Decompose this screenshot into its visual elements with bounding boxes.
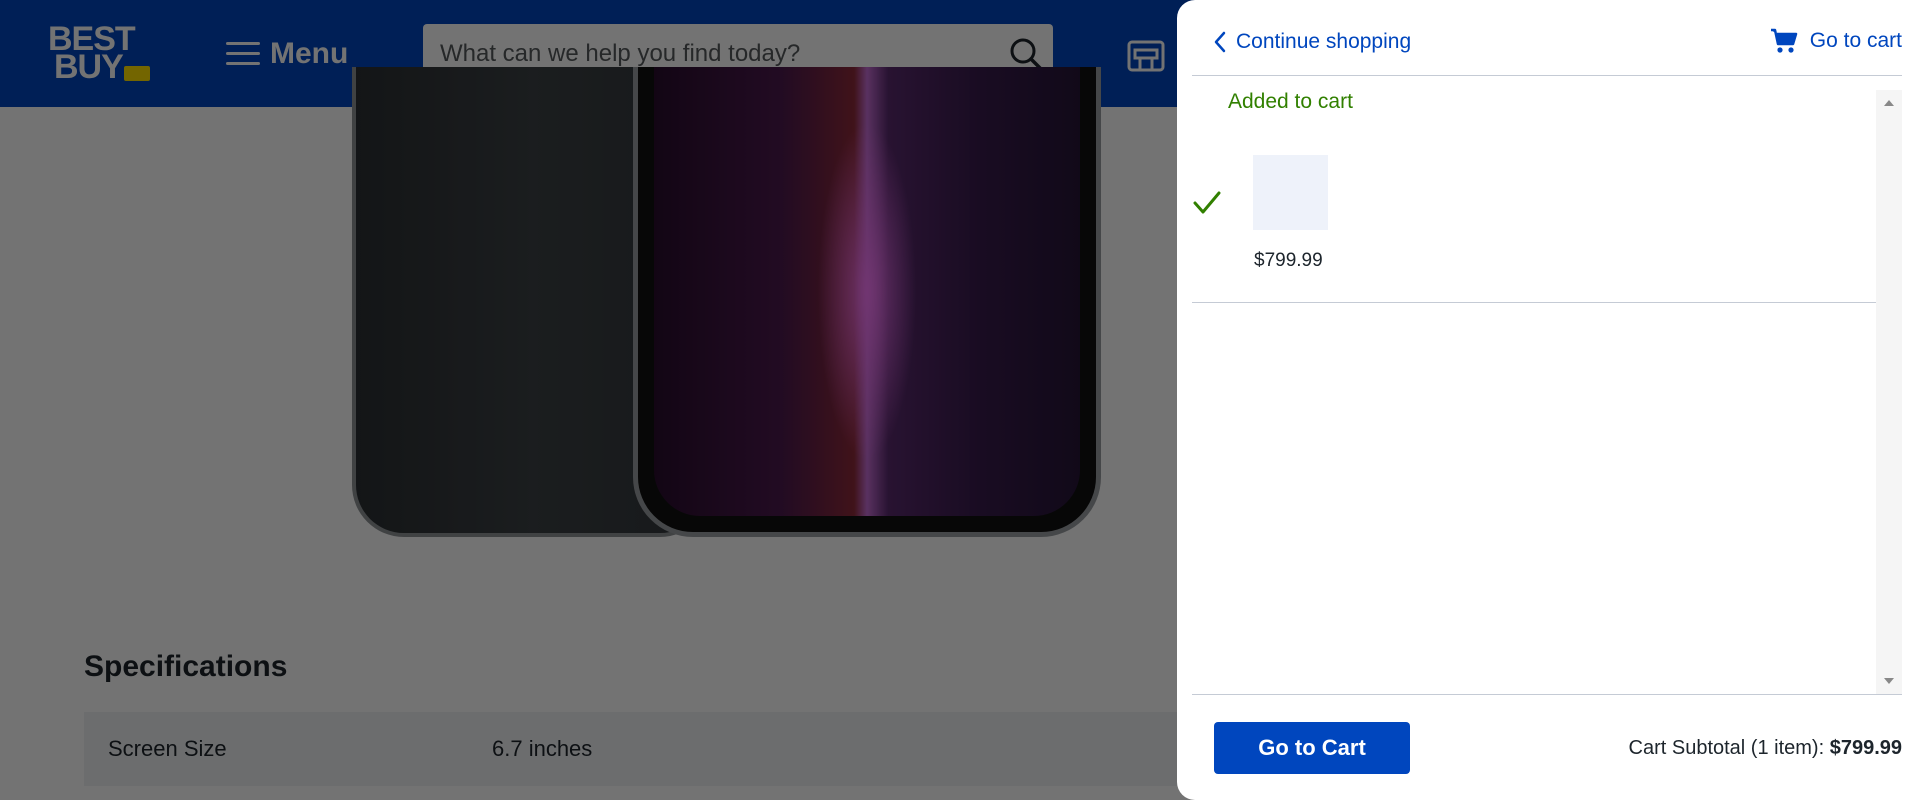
spec-row: Screen Size 6.7 inches [84,712,1184,786]
store-icon[interactable] [1126,34,1166,74]
cart-item-list[interactable]: Added to cart $799.99 [1192,90,1902,694]
phone-front-image [633,67,1101,537]
product-thumbnail[interactable] [1253,155,1328,230]
chevron-left-icon [1214,31,1226,53]
product-image [340,67,1120,537]
menu-button[interactable]: Menu [226,34,348,74]
spec-value: 6.7 inches [492,736,593,761]
continue-shopping-link[interactable]: Continue shopping [1214,30,1411,54]
logo-tag-icon [124,66,150,81]
go-to-cart-link[interactable]: Go to cart [1770,28,1902,54]
go-to-cart-link-label: Go to cart [1809,29,1902,52]
scroll-down-arrow-icon[interactable] [1884,678,1894,684]
phone-screen [654,67,1080,516]
best-buy-logo[interactable]: BEST BUY [46,22,154,84]
specifications-heading: Specifications [84,650,288,683]
product-price: $799.99 [1254,250,1323,271]
divider [1192,302,1876,303]
menu-label: Menu [270,37,349,70]
cart-icon [1770,28,1798,53]
hamburger-icon [226,41,260,67]
spec-label: Screen Size [108,736,227,761]
check-icon [1193,191,1221,214]
search-icon[interactable] [1009,37,1043,71]
cart-item: Added to cart $799.99 [1192,90,1876,694]
search-input[interactable] [438,39,993,69]
subtotal-value: $799.99 [1829,737,1902,759]
scroll-up-arrow-icon[interactable] [1884,100,1894,106]
logo-line2: BUY [54,48,124,86]
subtotal-label: Cart Subtotal (1 item): [1628,737,1825,759]
drawer-footer: Go to Cart Cart Subtotal (1 item): $799.… [1192,694,1902,801]
continue-shopping-label: Continue shopping [1236,30,1412,53]
drawer-header: Continue shopping Go to cart [1192,0,1902,76]
go-to-cart-button[interactable]: Go to Cart [1214,722,1410,774]
added-to-cart-label: Added to cart [1228,90,1353,113]
cart-subtotal: Cart Subtotal (1 item): $799.99 [1629,737,1902,760]
cart-drawer: Continue shopping Go to cart Added to ca… [1177,0,1920,800]
scrollbar[interactable] [1876,90,1902,694]
